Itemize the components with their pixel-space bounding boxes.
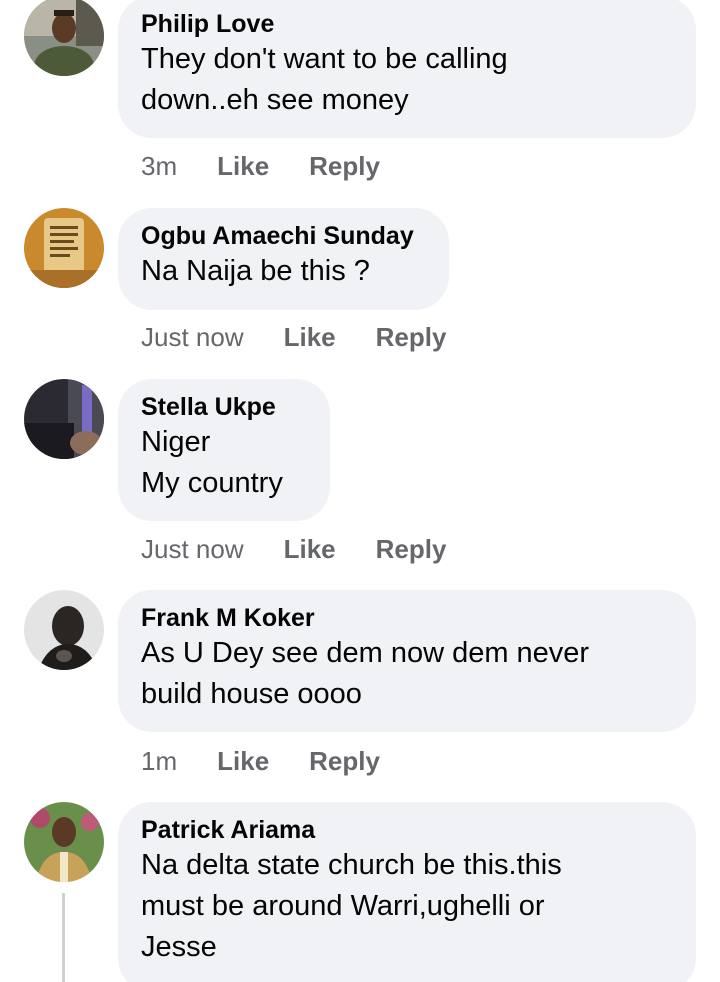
comment-author[interactable]: Philip Love	[141, 9, 672, 39]
avatar-frank-m-koker-icon	[24, 590, 104, 670]
avatar[interactable]	[24, 208, 104, 288]
comment-feed: Philip Love They don't want to be callin…	[0, 0, 720, 982]
avatar[interactable]	[24, 0, 104, 76]
comment-timestamp[interactable]: Just now	[141, 534, 244, 564]
comment-author[interactable]: Stella Ukpe	[141, 392, 306, 422]
comment-bubble: Ogbu Amaechi Sunday Na Naija be this ?	[118, 208, 449, 310]
comment-author[interactable]: Patrick Ariama	[141, 815, 672, 845]
comment-text: Niger My country	[141, 426, 283, 499]
comment-timestamp[interactable]: 3m	[141, 151, 177, 181]
like-button[interactable]: Like	[284, 534, 336, 564]
comment-actions: Just now Like Reply	[141, 533, 446, 565]
like-button[interactable]: Like	[217, 151, 269, 181]
reply-button[interactable]: Reply	[376, 534, 447, 564]
comment-timestamp[interactable]: 1m	[141, 746, 177, 776]
comment-bubble: Philip Love They don't want to be callin…	[118, 0, 696, 138]
comment-bubble: Stella Ukpe Niger My country	[118, 379, 330, 521]
comment-actions: 1m Like Reply	[141, 745, 380, 777]
avatar[interactable]	[24, 379, 104, 459]
comment-actions: 3m Like Reply	[141, 150, 380, 182]
comment-text: Na delta state church be this.this must …	[141, 849, 562, 963]
comment-text: They don't want to be calling down..eh s…	[141, 43, 508, 116]
reply-thread-line	[62, 893, 65, 982]
reply-button[interactable]: Reply	[309, 151, 380, 181]
comment-timestamp[interactable]: Just now	[141, 322, 244, 352]
avatar[interactable]	[24, 802, 104, 882]
avatar-ogbu-amaechi-sunday-icon	[24, 208, 104, 288]
avatar-philip-love-icon	[24, 0, 104, 76]
comment-bubble: Frank M Koker As U Dey see dem now dem n…	[118, 590, 696, 732]
comment-author[interactable]: Ogbu Amaechi Sunday	[141, 221, 425, 251]
comment-actions: Just now Like Reply	[141, 321, 446, 353]
comment-text: As U Dey see dem now dem never build hou…	[141, 637, 590, 710]
reply-button[interactable]: Reply	[376, 322, 447, 352]
like-button[interactable]: Like	[284, 322, 336, 352]
avatar-patrick-ariama-icon	[24, 802, 104, 882]
avatar[interactable]	[24, 590, 104, 670]
comment-text: Na Naija be this ?	[141, 255, 370, 287]
comment-author[interactable]: Frank M Koker	[141, 603, 672, 633]
reply-button[interactable]: Reply	[309, 746, 380, 776]
avatar-stella-ukpe-icon	[24, 379, 104, 459]
comment-bubble: Patrick Ariama Na delta state church be …	[118, 802, 696, 982]
like-button[interactable]: Like	[217, 746, 269, 776]
